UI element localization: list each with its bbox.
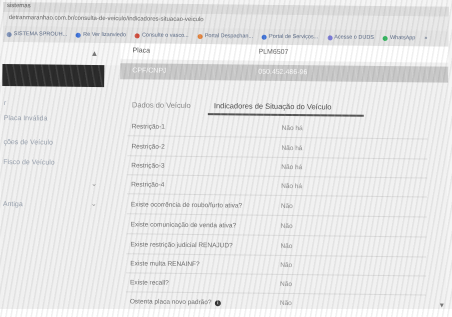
row-divider bbox=[126, 253, 427, 258]
cpf-row: CPF/CNPJ 050.452.486-96 bbox=[120, 63, 449, 83]
sidebar-item-fisco[interactable]: Fisco de Veículo bbox=[3, 159, 54, 167]
field-label: Existe multa RENAINF? bbox=[130, 260, 200, 269]
cpf-label: CPF/CNPJ bbox=[132, 67, 167, 75]
screen-photo: sistemas detranmaranhao.com.br/consulta-… bbox=[0, 0, 452, 317]
bookmark-item[interactable]: SISTEMA SPROUH... bbox=[6, 31, 68, 38]
field-label: Restrição-1 bbox=[131, 123, 165, 131]
tab-indicadores-situacao[interactable]: Indicadores de Situação do Veículo bbox=[214, 101, 332, 111]
bookmark-icon bbox=[6, 31, 12, 37]
field-value: Não bbox=[280, 261, 293, 270]
bookmark-item[interactable]: WhatsApp bbox=[382, 35, 416, 42]
bookmark-icon bbox=[76, 32, 82, 38]
row-divider bbox=[126, 233, 427, 238]
field-value: Não bbox=[280, 280, 293, 289]
field-value: Não bbox=[279, 299, 292, 308]
chevron-down-icon[interactable]: ⌄ bbox=[91, 200, 97, 208]
chevron-up-icon[interactable]: ▲ bbox=[90, 49, 98, 58]
field-value: Não há bbox=[281, 144, 303, 153]
tab-dados-do-veiculo[interactable]: Dados do Veículo bbox=[132, 100, 191, 110]
tab-bar: Dados do Veículo Indicadores de Situação… bbox=[128, 97, 428, 118]
field-label: Existe recall? bbox=[130, 279, 169, 287]
sidebar-active-item[interactable] bbox=[2, 63, 105, 88]
plate-value: PLM6507 bbox=[258, 48, 289, 56]
bookmark-item[interactable]: Acesse o DUDS bbox=[327, 34, 375, 41]
row-divider bbox=[126, 213, 427, 218]
field-label: Existe restrição judicial RENAJUD? bbox=[130, 241, 233, 250]
whatsapp-icon bbox=[382, 35, 389, 41]
bookmark-icon bbox=[134, 32, 140, 38]
field-label: Restrição-3 bbox=[131, 162, 165, 170]
bookmark-label: Consulte o vasco... bbox=[141, 32, 189, 39]
plate-label: Placa bbox=[132, 47, 151, 55]
sidebar: ▲ r Placa Inválida ções de Veículo Fisco… bbox=[0, 41, 121, 315]
field-label-with-info: Ostenta placa novo padrão? i bbox=[129, 298, 221, 307]
main-content: Placa PLM6507 CPF/CNPJ 050.452.486-96 Da… bbox=[117, 43, 449, 317]
bookmark-icon bbox=[262, 34, 268, 40]
info-icon[interactable]: i bbox=[214, 300, 221, 307]
bookmark-item[interactable]: Ré Ver lizanviedo bbox=[76, 31, 126, 39]
field-value: Não bbox=[280, 202, 293, 211]
sidebar-item-antiga[interactable]: Antiga bbox=[3, 201, 23, 208]
bookmark-item[interactable]: Portal Despachan... bbox=[197, 33, 254, 40]
field-value: Não bbox=[280, 222, 293, 231]
bookmark-label: SISTEMA SPROUH... bbox=[13, 31, 68, 38]
row-divider bbox=[127, 174, 428, 179]
cpf-value: 050.452.486-96 bbox=[258, 68, 308, 77]
field-value: Não há bbox=[281, 182, 303, 191]
bookmark-label: WhatsApp bbox=[389, 35, 416, 42]
row-divider bbox=[126, 272, 427, 277]
browser-window: sistemas detranmaranhao.com.br/consulta-… bbox=[0, 2, 449, 317]
field-value: Não há bbox=[281, 163, 303, 172]
bookmark-item[interactable]: Portal de Serviços... bbox=[262, 33, 319, 41]
field-value: Não há bbox=[281, 124, 303, 133]
photo-bottom-edge bbox=[0, 309, 452, 317]
sidebar-item[interactable]: r bbox=[4, 100, 6, 107]
chevron-down-icon[interactable]: ⌄ bbox=[91, 180, 97, 188]
field-label: Restrição-2 bbox=[131, 143, 165, 151]
plate-row: Placa PLM6507 bbox=[120, 43, 449, 63]
sidebar-header: ▲ bbox=[2, 41, 121, 66]
field-value: Não bbox=[280, 242, 293, 251]
bookmarks-overflow-button[interactable]: » bbox=[424, 35, 427, 41]
bookmark-item[interactable]: Consulte o vasco... bbox=[134, 32, 189, 39]
bookmark-label: Acesse o DUDS bbox=[334, 34, 375, 41]
row-divider bbox=[127, 155, 428, 160]
sidebar-item-placa-invalida[interactable]: Placa Inválida bbox=[4, 115, 48, 122]
field-label: Ostenta placa novo padrão? bbox=[129, 298, 212, 307]
url-text[interactable]: detranmaranhao.com.br/consulta-de-veicul… bbox=[9, 15, 204, 23]
bookmark-label: Ré Ver lizanviedo bbox=[83, 31, 126, 39]
field-label: Existe ocorrência de roubo/furto ativa? bbox=[130, 201, 243, 210]
row-divider bbox=[125, 291, 426, 296]
field-label: Existe comunicação de venda ativa? bbox=[130, 221, 237, 230]
field-label: Restrição-4 bbox=[131, 181, 165, 189]
row-divider bbox=[127, 135, 428, 140]
row-divider bbox=[126, 193, 427, 198]
bookmark-label: Portal Despachan... bbox=[204, 33, 254, 40]
bookmark-icon bbox=[327, 34, 333, 40]
browser-tab[interactable]: sistemas bbox=[7, 3, 31, 9]
bookmark-label: Portal de Serviços... bbox=[269, 33, 319, 41]
sidebar-item-indicacoes[interactable]: ções de Veículo bbox=[3, 139, 53, 147]
bookmark-icon bbox=[197, 33, 203, 39]
active-tab-indicator bbox=[207, 113, 364, 117]
